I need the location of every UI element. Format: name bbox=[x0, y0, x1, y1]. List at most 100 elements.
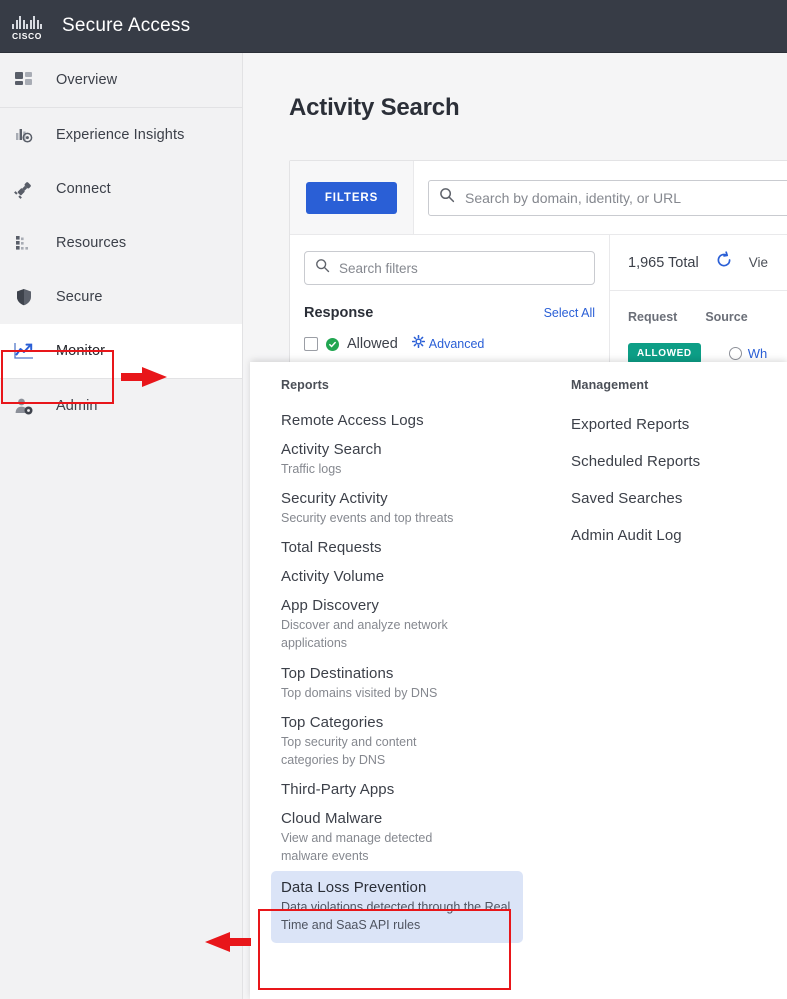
menu-item-description: Discover and analyze network application… bbox=[281, 618, 448, 651]
filter-sidebar: Search filters Response Select All Allow… bbox=[290, 235, 610, 364]
menu-item-top-destinations[interactable]: Top Destinations Top domains visited by … bbox=[281, 659, 523, 708]
advanced-toggle[interactable]: Advanced bbox=[411, 334, 485, 353]
table-row[interactable]: ALLOWED Wh bbox=[610, 343, 787, 364]
search-icon bbox=[315, 258, 330, 278]
menu-column-heading: Reports bbox=[281, 378, 329, 392]
monitor-dropdown-menu: Reports Remote Access Logs Activity Sear… bbox=[250, 362, 787, 999]
results-toolbar: 1,965 Total Vie bbox=[610, 235, 787, 291]
top-header-bar: CISCO Secure Access bbox=[0, 0, 787, 53]
sidebar-item-label: Experience Insights bbox=[56, 127, 185, 143]
menu-item-activity-search[interactable]: Activity Search Traffic logs bbox=[281, 435, 523, 484]
menu-item-title: Security Activity bbox=[281, 490, 388, 508]
select-all-link[interactable]: Select All bbox=[544, 306, 595, 320]
filter-option-allowed[interactable]: Allowed Advanced bbox=[304, 334, 595, 353]
gear-icon bbox=[411, 334, 425, 353]
response-section-header: Response Select All bbox=[304, 305, 595, 321]
menu-item-title: Admin Audit Log bbox=[571, 527, 682, 544]
source-cell[interactable]: Wh bbox=[728, 346, 768, 361]
sidebar-item-label: Connect bbox=[56, 181, 111, 197]
menu-item-title: Saved Searches bbox=[571, 490, 683, 507]
sidebar-item-label: Overview bbox=[56, 72, 118, 88]
plug-connect-icon bbox=[10, 175, 38, 203]
filter-search-placeholder: Search filters bbox=[339, 260, 418, 276]
menu-item-activity-volume[interactable]: Activity Volume bbox=[281, 562, 523, 591]
domain-search-box[interactable]: Search by domain, identity, or URL bbox=[428, 179, 787, 216]
menu-item-title: Exported Reports bbox=[571, 416, 690, 433]
filter-search-input[interactable]: Search filters bbox=[304, 251, 595, 285]
menu-item-title: App Discovery bbox=[281, 597, 380, 615]
sidebar-item-resources[interactable]: Resources bbox=[0, 216, 242, 270]
user-gear-icon bbox=[10, 392, 38, 420]
menu-item-title: Total Requests bbox=[281, 539, 382, 557]
menu-item-saved-searches[interactable]: Saved Searches bbox=[571, 480, 710, 517]
column-header-request: Request bbox=[628, 310, 678, 324]
panel-toolbar: FILTERS Search by domain, identity, or U… bbox=[290, 161, 787, 235]
menu-item-title: Top Destinations bbox=[281, 664, 394, 682]
menu-columns: Reports Remote Access Logs Activity Sear… bbox=[250, 362, 787, 944]
allowed-status-icon bbox=[326, 337, 339, 351]
menu-item-title: Activity Search bbox=[281, 441, 382, 458]
cisco-logo-bars bbox=[12, 16, 42, 29]
menu-item-third-party-apps[interactable]: Third-Party Apps bbox=[281, 775, 523, 804]
circle-icon bbox=[728, 347, 742, 360]
menu-item-title: Activity Volume bbox=[281, 568, 385, 586]
sidebar-item-label: Resources bbox=[56, 235, 127, 251]
sidebar-nav: Overview Experience Insights Connect Res… bbox=[0, 53, 243, 999]
view-label[interactable]: Vie bbox=[749, 255, 768, 270]
filter-option-label: Allowed bbox=[347, 336, 398, 352]
sidebar-item-monitor[interactable]: Monitor bbox=[0, 324, 242, 378]
trending-chart-icon bbox=[10, 337, 38, 365]
menu-item-data-loss-prevention[interactable]: Data Loss Prevention Data violations det… bbox=[271, 871, 523, 944]
status-badge: ALLOWED bbox=[628, 343, 701, 364]
domain-search-placeholder: Search by domain, identity, or URL bbox=[465, 189, 682, 206]
sidebar-item-label: Admin bbox=[56, 398, 98, 414]
menu-item-total-requests[interactable]: Total Requests bbox=[281, 533, 523, 562]
sidebar-item-experience-insights[interactable]: Experience Insights bbox=[0, 108, 242, 162]
source-label: Wh bbox=[747, 346, 768, 361]
menu-item-security-activity[interactable]: Security Activity Security events and to… bbox=[281, 484, 523, 533]
dashboard-grid-icon bbox=[10, 66, 38, 94]
search-cell: Search by domain, identity, or URL bbox=[414, 161, 787, 234]
menu-item-remote-access-logs[interactable]: Remote Access Logs bbox=[281, 406, 523, 435]
panel-body: Search filters Response Select All Allow… bbox=[290, 235, 787, 364]
menu-item-description: Top domains visited by DNS bbox=[281, 685, 438, 700]
menu-item-description: Security events and top threats bbox=[281, 511, 454, 526]
bar-chart-eye-icon bbox=[10, 121, 38, 149]
results-column: 1,965 Total Vie Request Source ALLOWED W… bbox=[610, 235, 787, 364]
sidebar-item-overview[interactable]: Overview bbox=[0, 53, 242, 107]
menu-item-admin-audit-log[interactable]: Admin Audit Log bbox=[571, 517, 710, 554]
menu-item-description: Top security and content categories by D… bbox=[281, 734, 417, 767]
cisco-logo-wordmark: CISCO bbox=[12, 31, 42, 41]
menu-column-reports: Reports Remote Access Logs Activity Sear… bbox=[250, 378, 541, 944]
menu-item-description: Data violations detected through the Rea… bbox=[281, 900, 511, 933]
menu-item-title: Remote Access Logs bbox=[281, 412, 424, 429]
shield-icon bbox=[10, 283, 38, 311]
menu-item-title: Scheduled Reports bbox=[571, 453, 701, 470]
checkbox-allowed[interactable] bbox=[304, 337, 318, 351]
sidebar-item-secure[interactable]: Secure bbox=[0, 270, 242, 324]
menu-item-exported-reports[interactable]: Exported Reports bbox=[571, 406, 710, 443]
app-root: CISCO Secure Access Overview Experience … bbox=[0, 0, 787, 999]
response-section-title: Response bbox=[304, 305, 374, 321]
menu-item-title: Third-Party Apps bbox=[281, 780, 395, 798]
advanced-label: Advanced bbox=[428, 337, 485, 351]
menu-column-management: Management Exported Reports Scheduled Re… bbox=[541, 378, 728, 943]
sidebar-item-connect[interactable]: Connect bbox=[0, 162, 242, 216]
menu-item-title: Top Categories bbox=[281, 713, 384, 731]
sidebar-item-admin[interactable]: Admin bbox=[0, 379, 242, 433]
filters-button[interactable]: FILTERS bbox=[305, 181, 398, 214]
column-header-source: Source bbox=[705, 310, 748, 324]
results-table-header: Request Source bbox=[610, 291, 787, 343]
filters-cell: FILTERS bbox=[290, 161, 414, 234]
app-title: Secure Access bbox=[62, 15, 191, 36]
menu-item-cloud-malware[interactable]: Cloud Malware View and manage detected m… bbox=[281, 804, 523, 871]
page-title: Activity Search bbox=[289, 94, 460, 121]
menu-item-app-discovery[interactable]: App Discovery Discover and analyze netwo… bbox=[281, 591, 523, 658]
refresh-icon[interactable] bbox=[715, 251, 733, 274]
menu-item-top-categories[interactable]: Top Categories Top security and content … bbox=[281, 708, 523, 775]
menu-item-description: Traffic logs bbox=[281, 462, 342, 476]
sidebar-item-label: Monitor bbox=[56, 343, 106, 359]
search-icon bbox=[439, 187, 457, 208]
menu-item-scheduled-reports[interactable]: Scheduled Reports bbox=[571, 443, 710, 480]
cisco-logo[interactable]: CISCO bbox=[8, 11, 46, 41]
